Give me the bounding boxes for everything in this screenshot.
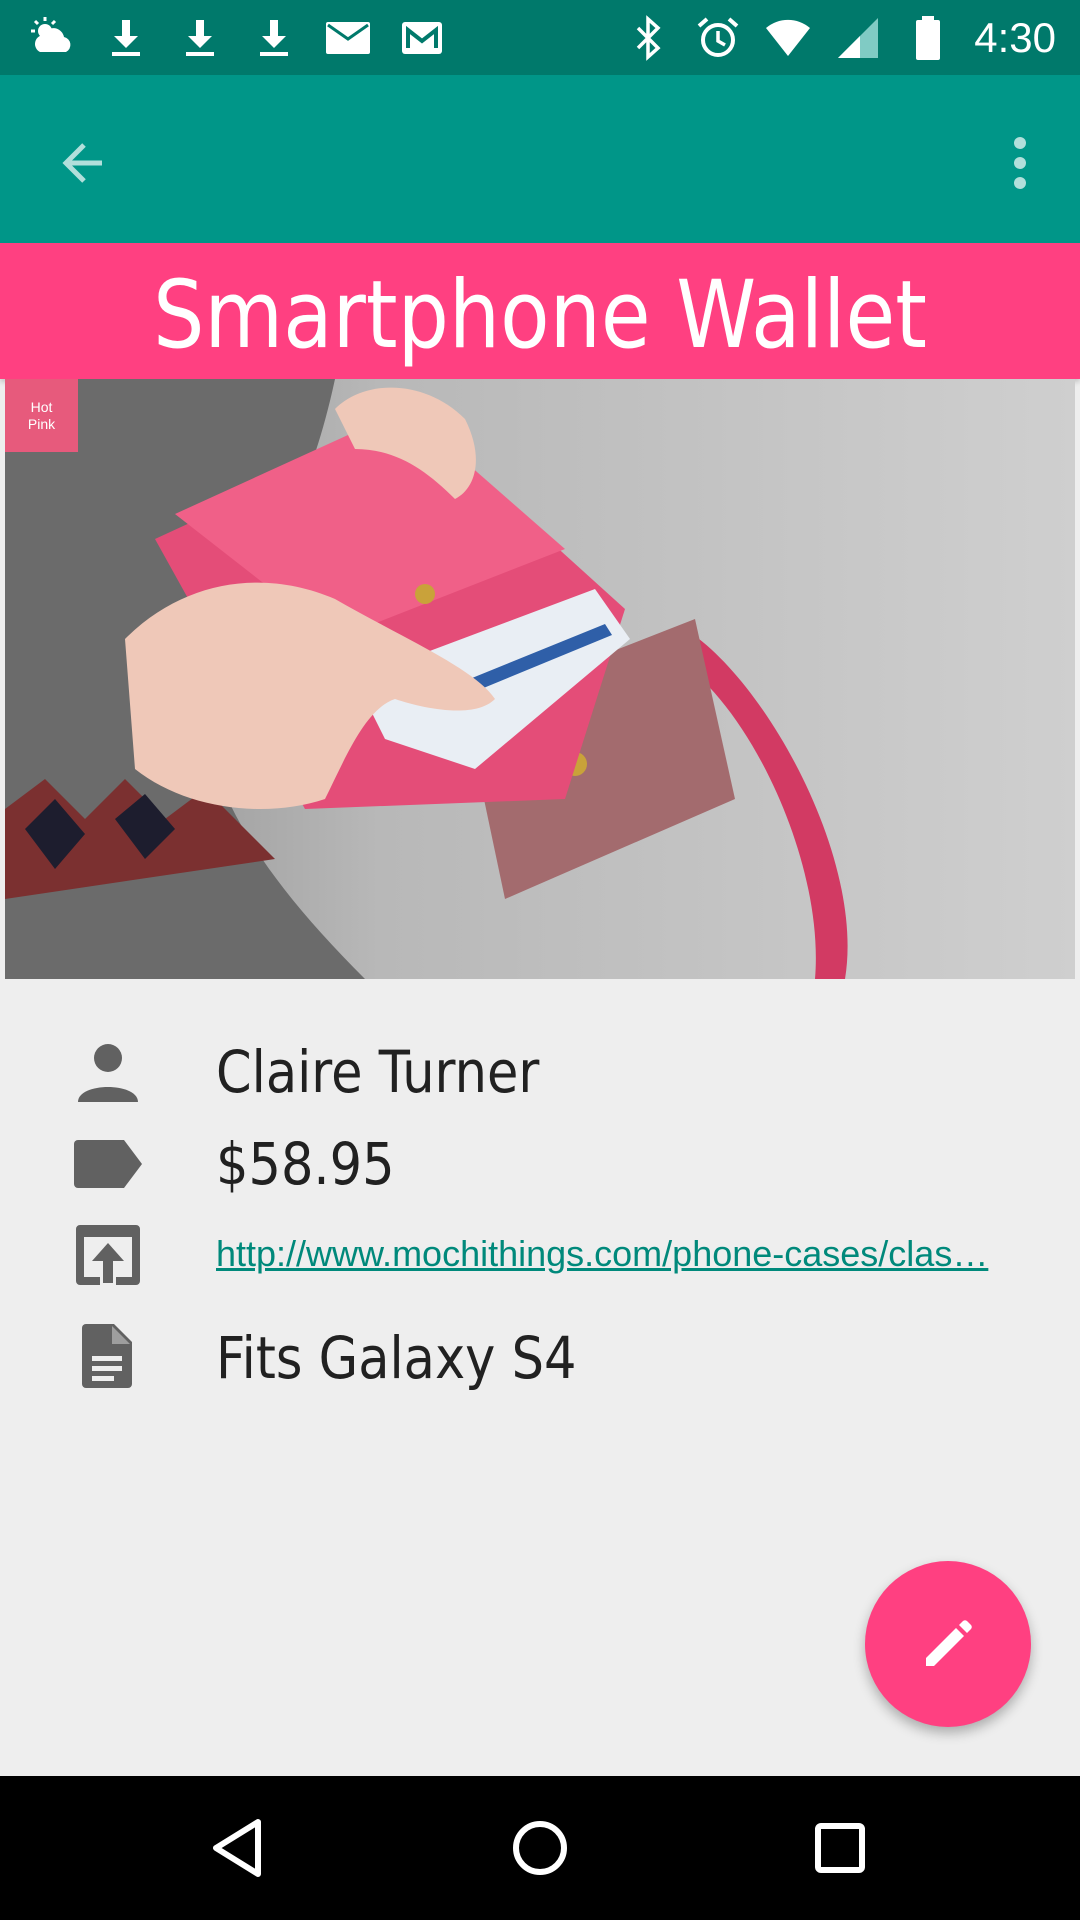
system-icons: 4:30 bbox=[624, 10, 1056, 66]
price-tag-icon bbox=[74, 1140, 142, 1188]
edit-pencil-icon bbox=[926, 1620, 972, 1666]
product-url-link[interactable]: http://www.mochithings.com/phone-cases/c… bbox=[216, 1233, 1026, 1275]
pink-phone-wallet-photo bbox=[5, 379, 1075, 979]
owner-name: Claire Turner bbox=[216, 1038, 540, 1106]
download-icon bbox=[260, 20, 288, 56]
price-row: $58.95 bbox=[0, 1122, 1080, 1212]
edit-button[interactable] bbox=[865, 1561, 1031, 1727]
color-chip: Hot Pink bbox=[5, 379, 78, 452]
mail-icon bbox=[326, 22, 370, 54]
clock: 4:30 bbox=[974, 14, 1056, 61]
color-chip-line2: Pink bbox=[27, 415, 56, 432]
document-icon bbox=[82, 1324, 132, 1388]
notification-icons bbox=[28, 14, 446, 62]
app-toolbar bbox=[0, 75, 1080, 243]
back-triangle-icon[interactable] bbox=[200, 1808, 280, 1888]
color-chip-line1: Hot bbox=[30, 398, 53, 415]
wifi-icon bbox=[766, 19, 811, 56]
bluetooth-icon bbox=[637, 15, 661, 61]
open-in-browser-icon bbox=[76, 1225, 140, 1285]
notes-text: Fits Galaxy S4 bbox=[216, 1324, 577, 1392]
arrow-back-icon[interactable] bbox=[52, 131, 116, 195]
cell-signal-icon bbox=[838, 18, 879, 58]
download-icon bbox=[112, 20, 140, 56]
more-vert-icon[interactable] bbox=[988, 131, 1052, 195]
url-row: http://www.mochithings.com/phone-cases/c… bbox=[0, 1215, 1080, 1305]
download-icon bbox=[186, 20, 214, 56]
battery-icon bbox=[916, 16, 941, 60]
gmail-icon bbox=[402, 22, 442, 54]
person-icon bbox=[78, 1044, 138, 1102]
alarm-icon bbox=[697, 17, 739, 57]
price-value: $58.95 bbox=[216, 1130, 395, 1198]
owner-row: Claire Turner bbox=[0, 1030, 1080, 1120]
weather-cloudy-sun-icon bbox=[31, 17, 71, 52]
recents-square-icon[interactable] bbox=[800, 1808, 880, 1888]
notes-row: Fits Galaxy S4 bbox=[0, 1316, 1080, 1406]
status-bar: 4:30 bbox=[0, 0, 1080, 75]
navigation-bar bbox=[0, 1776, 1080, 1920]
title-banner: Smartphone Wallet bbox=[0, 243, 1080, 379]
home-circle-icon[interactable] bbox=[500, 1808, 580, 1888]
item-title: Smartphone Wallet bbox=[153, 261, 927, 370]
